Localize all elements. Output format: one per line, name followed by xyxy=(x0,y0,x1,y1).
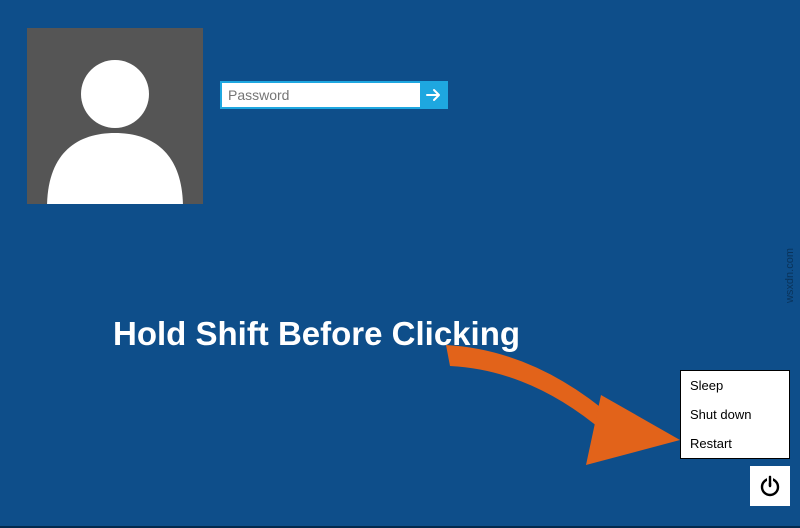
power-button[interactable] xyxy=(750,466,790,506)
password-field-group xyxy=(220,81,448,109)
menu-item-label: Shut down xyxy=(690,407,751,422)
instruction-text: Hold Shift Before Clicking xyxy=(113,315,520,353)
arrow-pointer-icon xyxy=(436,330,696,490)
menu-item-label: Restart xyxy=(690,436,732,451)
password-submit-button[interactable] xyxy=(420,81,448,109)
power-icon xyxy=(758,474,782,498)
password-input[interactable] xyxy=(220,81,420,109)
watermark: wsxdn.com xyxy=(784,248,796,303)
power-menu-item-sleep[interactable]: Sleep xyxy=(681,371,789,400)
user-avatar xyxy=(27,28,203,204)
menu-item-label: Sleep xyxy=(690,378,723,393)
power-menu: Sleep Shut down Restart xyxy=(680,370,790,459)
person-icon xyxy=(27,28,203,204)
power-menu-item-shutdown[interactable]: Shut down xyxy=(681,400,789,429)
arrow-right-icon xyxy=(426,88,442,102)
power-menu-item-restart[interactable]: Restart xyxy=(681,429,789,458)
